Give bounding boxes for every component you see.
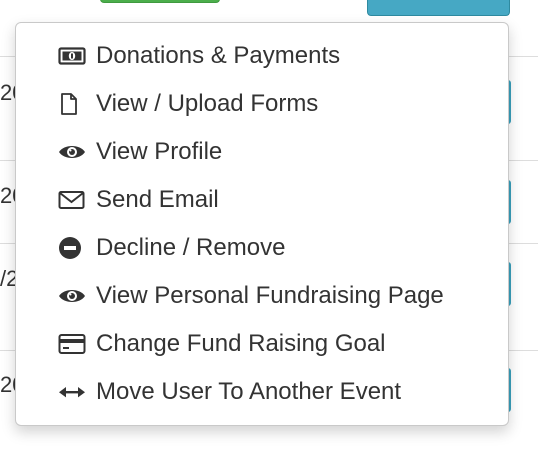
menu-item-label: Change Fund Raising Goal bbox=[96, 330, 386, 357]
minus-circle-icon bbox=[58, 236, 96, 260]
file-icon bbox=[58, 92, 96, 116]
table-cell-date-fragment: 20 bbox=[0, 80, 16, 105]
menu-item-label: Move User To Another Event bbox=[96, 378, 402, 405]
table-cell-date-fragment: 20 bbox=[0, 183, 16, 208]
menu-item-label: View / Upload Forms bbox=[96, 90, 319, 117]
background-green-button[interactable] bbox=[100, 0, 220, 3]
money-icon bbox=[58, 44, 96, 68]
menu-item-label: Decline / Remove bbox=[96, 234, 286, 261]
background-blue-button[interactable] bbox=[367, 0, 510, 16]
menu-item-label: View Personal Fundraising Page bbox=[96, 282, 444, 309]
menu-item-send-email[interactable]: Send Email bbox=[16, 176, 508, 224]
menu-item-label: Send Email bbox=[96, 186, 219, 213]
menu-item-view-upload-forms[interactable]: View / Upload Forms bbox=[16, 80, 508, 128]
envelope-icon bbox=[58, 188, 96, 212]
menu-item-change-fund-raising-goal[interactable]: Change Fund Raising Goal bbox=[16, 320, 508, 368]
menu-item-view-profile[interactable]: View Profile bbox=[16, 128, 508, 176]
menu-item-label: View Profile bbox=[96, 138, 223, 165]
menu-item-view-personal-fundraising-page[interactable]: View Personal Fundraising Page bbox=[16, 272, 508, 320]
credit-card-icon bbox=[58, 332, 96, 356]
arrows-horizontal-icon bbox=[58, 380, 96, 404]
menu-item-donations-payments[interactable]: Donations & Payments bbox=[16, 32, 508, 80]
table-cell-date-fragment: /2 bbox=[0, 266, 16, 291]
menu-item-decline-remove[interactable]: Decline / Remove bbox=[16, 224, 508, 272]
eye-icon bbox=[58, 284, 96, 308]
actions-dropdown-menu: Donations & Payments View / Upload Forms… bbox=[15, 22, 509, 426]
table-cell-date-fragment: 20 bbox=[0, 372, 16, 397]
eye-icon bbox=[58, 140, 96, 164]
menu-item-label: Donations & Payments bbox=[96, 42, 341, 69]
menu-item-move-user-to-another-event[interactable]: Move User To Another Event bbox=[16, 368, 508, 416]
